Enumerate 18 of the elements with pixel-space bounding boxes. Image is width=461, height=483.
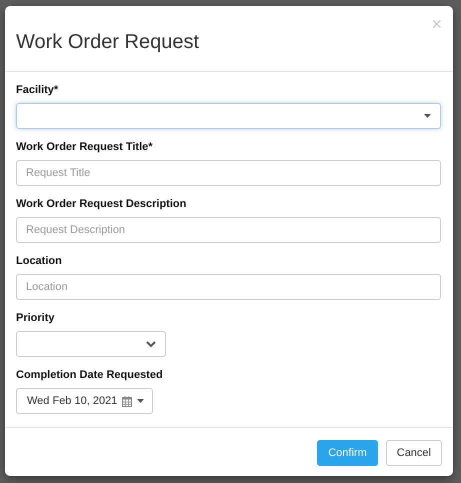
input-field[interactable]: Location [16,274,441,300]
field-label: Location [16,255,62,268]
field-label: Priority [16,312,55,325]
dialog-title: Work Order Request [16,30,200,54]
field-label: Work Order Request Description [16,198,186,211]
input-field[interactable]: Request Description [16,217,441,243]
field-label: Completion Date Requested [16,369,163,382]
caret-icon [137,399,144,403]
input-field[interactable]: Request Title [16,160,441,186]
date-picker-button[interactable]: Wed Feb 10, 2021 [16,388,154,414]
dropdown-field[interactable] [16,103,441,129]
field-label: Facility* [16,84,58,97]
field-label: Work Order Request Title* [16,141,153,154]
cancel-button[interactable]: Cancel [386,440,442,466]
caret-icon [424,114,431,118]
select-field[interactable] [16,331,166,357]
calendar-icon [122,396,132,406]
chevron-icon [146,340,156,348]
